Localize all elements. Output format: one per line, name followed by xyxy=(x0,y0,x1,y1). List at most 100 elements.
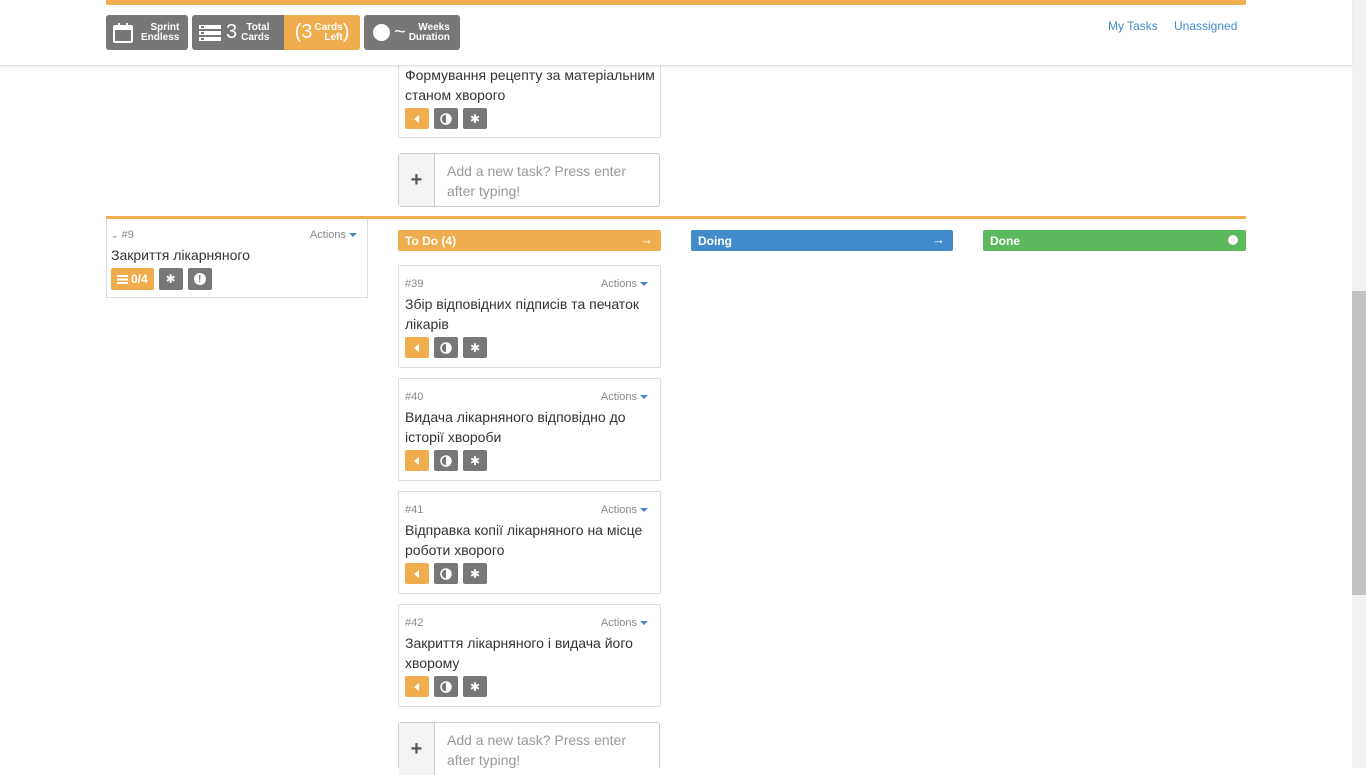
column-header-todo: To Do (4) → xyxy=(398,230,661,251)
weeks-label-line2: Duration xyxy=(408,31,450,43)
half-circle-icon[interactable] xyxy=(434,337,458,358)
task-number: #40 xyxy=(405,391,424,403)
calendar-icon xyxy=(113,22,133,43)
tasks-count-badge[interactable]: 0/4 xyxy=(111,268,154,290)
task-actions-label: Actions xyxy=(600,504,637,516)
speaker-icon[interactable] xyxy=(405,563,429,584)
column-doing-label: Doing xyxy=(698,233,732,248)
total-cards-label: Total Cards xyxy=(241,21,270,43)
task-title: Відправка копії лікарняного на місце роб… xyxy=(405,522,643,558)
my-tasks-link[interactable]: My Tasks xyxy=(1108,19,1158,33)
task-number: #39 xyxy=(405,278,424,290)
task-actions-label: Actions xyxy=(600,391,637,403)
task-title: Закриття лікарняного і видача його хворо… xyxy=(405,635,633,671)
speaker-icon[interactable] xyxy=(405,676,429,697)
task-actions[interactable]: Actions xyxy=(601,278,648,290)
top-bar: Sprint Endless 3 Total Cards ( 3 Cards L… xyxy=(0,0,1352,66)
exclamation-icon[interactable]: ! xyxy=(187,268,212,290)
half-circle-icon[interactable] xyxy=(434,450,458,471)
task-title: Формування рецепту за матеріальним стано… xyxy=(405,67,655,103)
total-cards-stat[interactable]: 3 Total Cards ( 3 Cards Left ) xyxy=(192,15,360,50)
asterisk-icon[interactable]: ✱ xyxy=(158,268,183,290)
close-paren: ) xyxy=(342,21,350,43)
story-actions-label: Actions xyxy=(309,229,346,241)
plus-icon[interactable]: + xyxy=(399,154,435,206)
add-task-placeholder: Add a new task? Press enter after typing… xyxy=(447,163,626,199)
add-task-input-top[interactable]: + Add a new task? Press enter after typi… xyxy=(398,153,660,207)
column-todo-label: To Do (4) xyxy=(405,233,457,248)
task-title: Видача лікарняного відповідно до історії… xyxy=(405,409,626,445)
open-paren: ( xyxy=(294,21,302,43)
cards-left-section: ( 3 Cards Left ) xyxy=(284,15,360,50)
total-cards-section: 3 Total Cards xyxy=(192,15,284,50)
left-label-line1: Cards xyxy=(314,21,343,33)
task-buttons: ✱ xyxy=(405,450,487,471)
task-actions[interactable]: Actions xyxy=(601,617,648,629)
total-label-line1: Total xyxy=(246,21,270,33)
arrow-right-icon: → xyxy=(932,232,945,247)
story-number: ⌄ #9 xyxy=(111,229,134,241)
caret-down-icon xyxy=(640,621,648,626)
caret-down-icon xyxy=(349,233,357,238)
tasks-count: 0/4 xyxy=(131,272,148,286)
half-circle-icon[interactable] xyxy=(434,563,458,584)
column-header-done: Done xyxy=(983,230,1246,251)
half-circle-icon[interactable] xyxy=(434,108,458,129)
caret-down-icon xyxy=(640,395,648,400)
add-task-placeholder: Add a new task? Press enter after typing… xyxy=(447,732,626,768)
weeks-stat[interactable]: ~ Weeks Duration xyxy=(364,15,460,50)
weeks-label: Weeks Duration xyxy=(408,21,450,43)
sprint-label: Sprint Endless xyxy=(141,21,180,43)
weeks-value: ~ xyxy=(394,21,406,43)
weeks-label-line1: Weeks xyxy=(418,21,450,33)
task-actions-label: Actions xyxy=(600,617,637,629)
asterisk-icon[interactable]: ✱ xyxy=(463,563,487,584)
sprint-stat[interactable]: Sprint Endless xyxy=(106,15,188,50)
sprint-label-line2: Endless xyxy=(141,31,180,43)
total-label-line2: Cards xyxy=(241,31,270,43)
sprint-label-line1: Sprint xyxy=(150,21,180,33)
half-circle-icon[interactable] xyxy=(434,676,458,697)
left-label-line2: Left xyxy=(324,31,343,43)
circle-icon xyxy=(373,24,390,41)
task-number: #41 xyxy=(405,504,424,516)
task-actions[interactable]: Actions xyxy=(601,391,648,403)
chevron-down-icon[interactable]: ⌄ xyxy=(111,230,119,240)
plus-icon[interactable]: + xyxy=(399,723,435,775)
story-actions[interactable]: Actions xyxy=(310,229,357,241)
task-buttons: ✱ xyxy=(405,676,487,697)
story-card[interactable]: ⌄ #9 Actions Закриття лікарняного 0/4 ✱ … xyxy=(106,219,368,298)
speaker-icon[interactable] xyxy=(405,108,429,129)
task-buttons: ✱ xyxy=(405,337,487,358)
task-title: Збір відповідних підписів та печаток лік… xyxy=(405,296,639,332)
arrow-right-icon: → xyxy=(640,232,653,247)
speaker-icon[interactable] xyxy=(405,450,429,471)
story-badges: 0/4 ✱ ! xyxy=(111,268,212,290)
add-task-input-bottom[interactable]: + Add a new task? Press enter after typi… xyxy=(398,722,660,775)
task-actions[interactable]: Actions xyxy=(601,504,648,516)
task-card[interactable]: #41 Actions Відправка копії лікарняного … xyxy=(398,491,661,594)
stack-icon xyxy=(199,24,221,42)
column-done-label: Done xyxy=(990,233,1020,248)
task-number: #42 xyxy=(405,617,424,629)
unassigned-link[interactable]: Unassigned xyxy=(1174,19,1237,33)
asterisk-icon[interactable]: ✱ xyxy=(463,337,487,358)
column-header-doing: Doing → xyxy=(691,230,953,251)
asterisk-icon[interactable]: ✱ xyxy=(463,450,487,471)
circle-icon xyxy=(1228,235,1238,245)
caret-down-icon xyxy=(640,508,648,513)
total-cards-count: 3 xyxy=(226,21,238,43)
asterisk-icon[interactable]: ✱ xyxy=(463,676,487,697)
stack-icon xyxy=(117,274,128,284)
task-card[interactable]: #42 Actions Закриття лікарняного і видач… xyxy=(398,604,661,707)
scrollbar-thumb[interactable] xyxy=(1352,291,1366,595)
task-card[interactable]: #40 Actions Видача лікарняного відповідн… xyxy=(398,378,661,481)
task-card[interactable]: #39 Actions Збір відповідних підписів та… xyxy=(398,265,661,368)
story-title: Закриття лікарняного xyxy=(111,247,250,263)
task-buttons: ✱ xyxy=(405,563,487,584)
header-accent-stripe xyxy=(106,0,1246,5)
asterisk-icon[interactable]: ✱ xyxy=(463,108,487,129)
cards-left-label: Cards Left xyxy=(314,21,343,43)
cards-left-count: 3 xyxy=(301,21,313,43)
speaker-icon[interactable] xyxy=(405,337,429,358)
